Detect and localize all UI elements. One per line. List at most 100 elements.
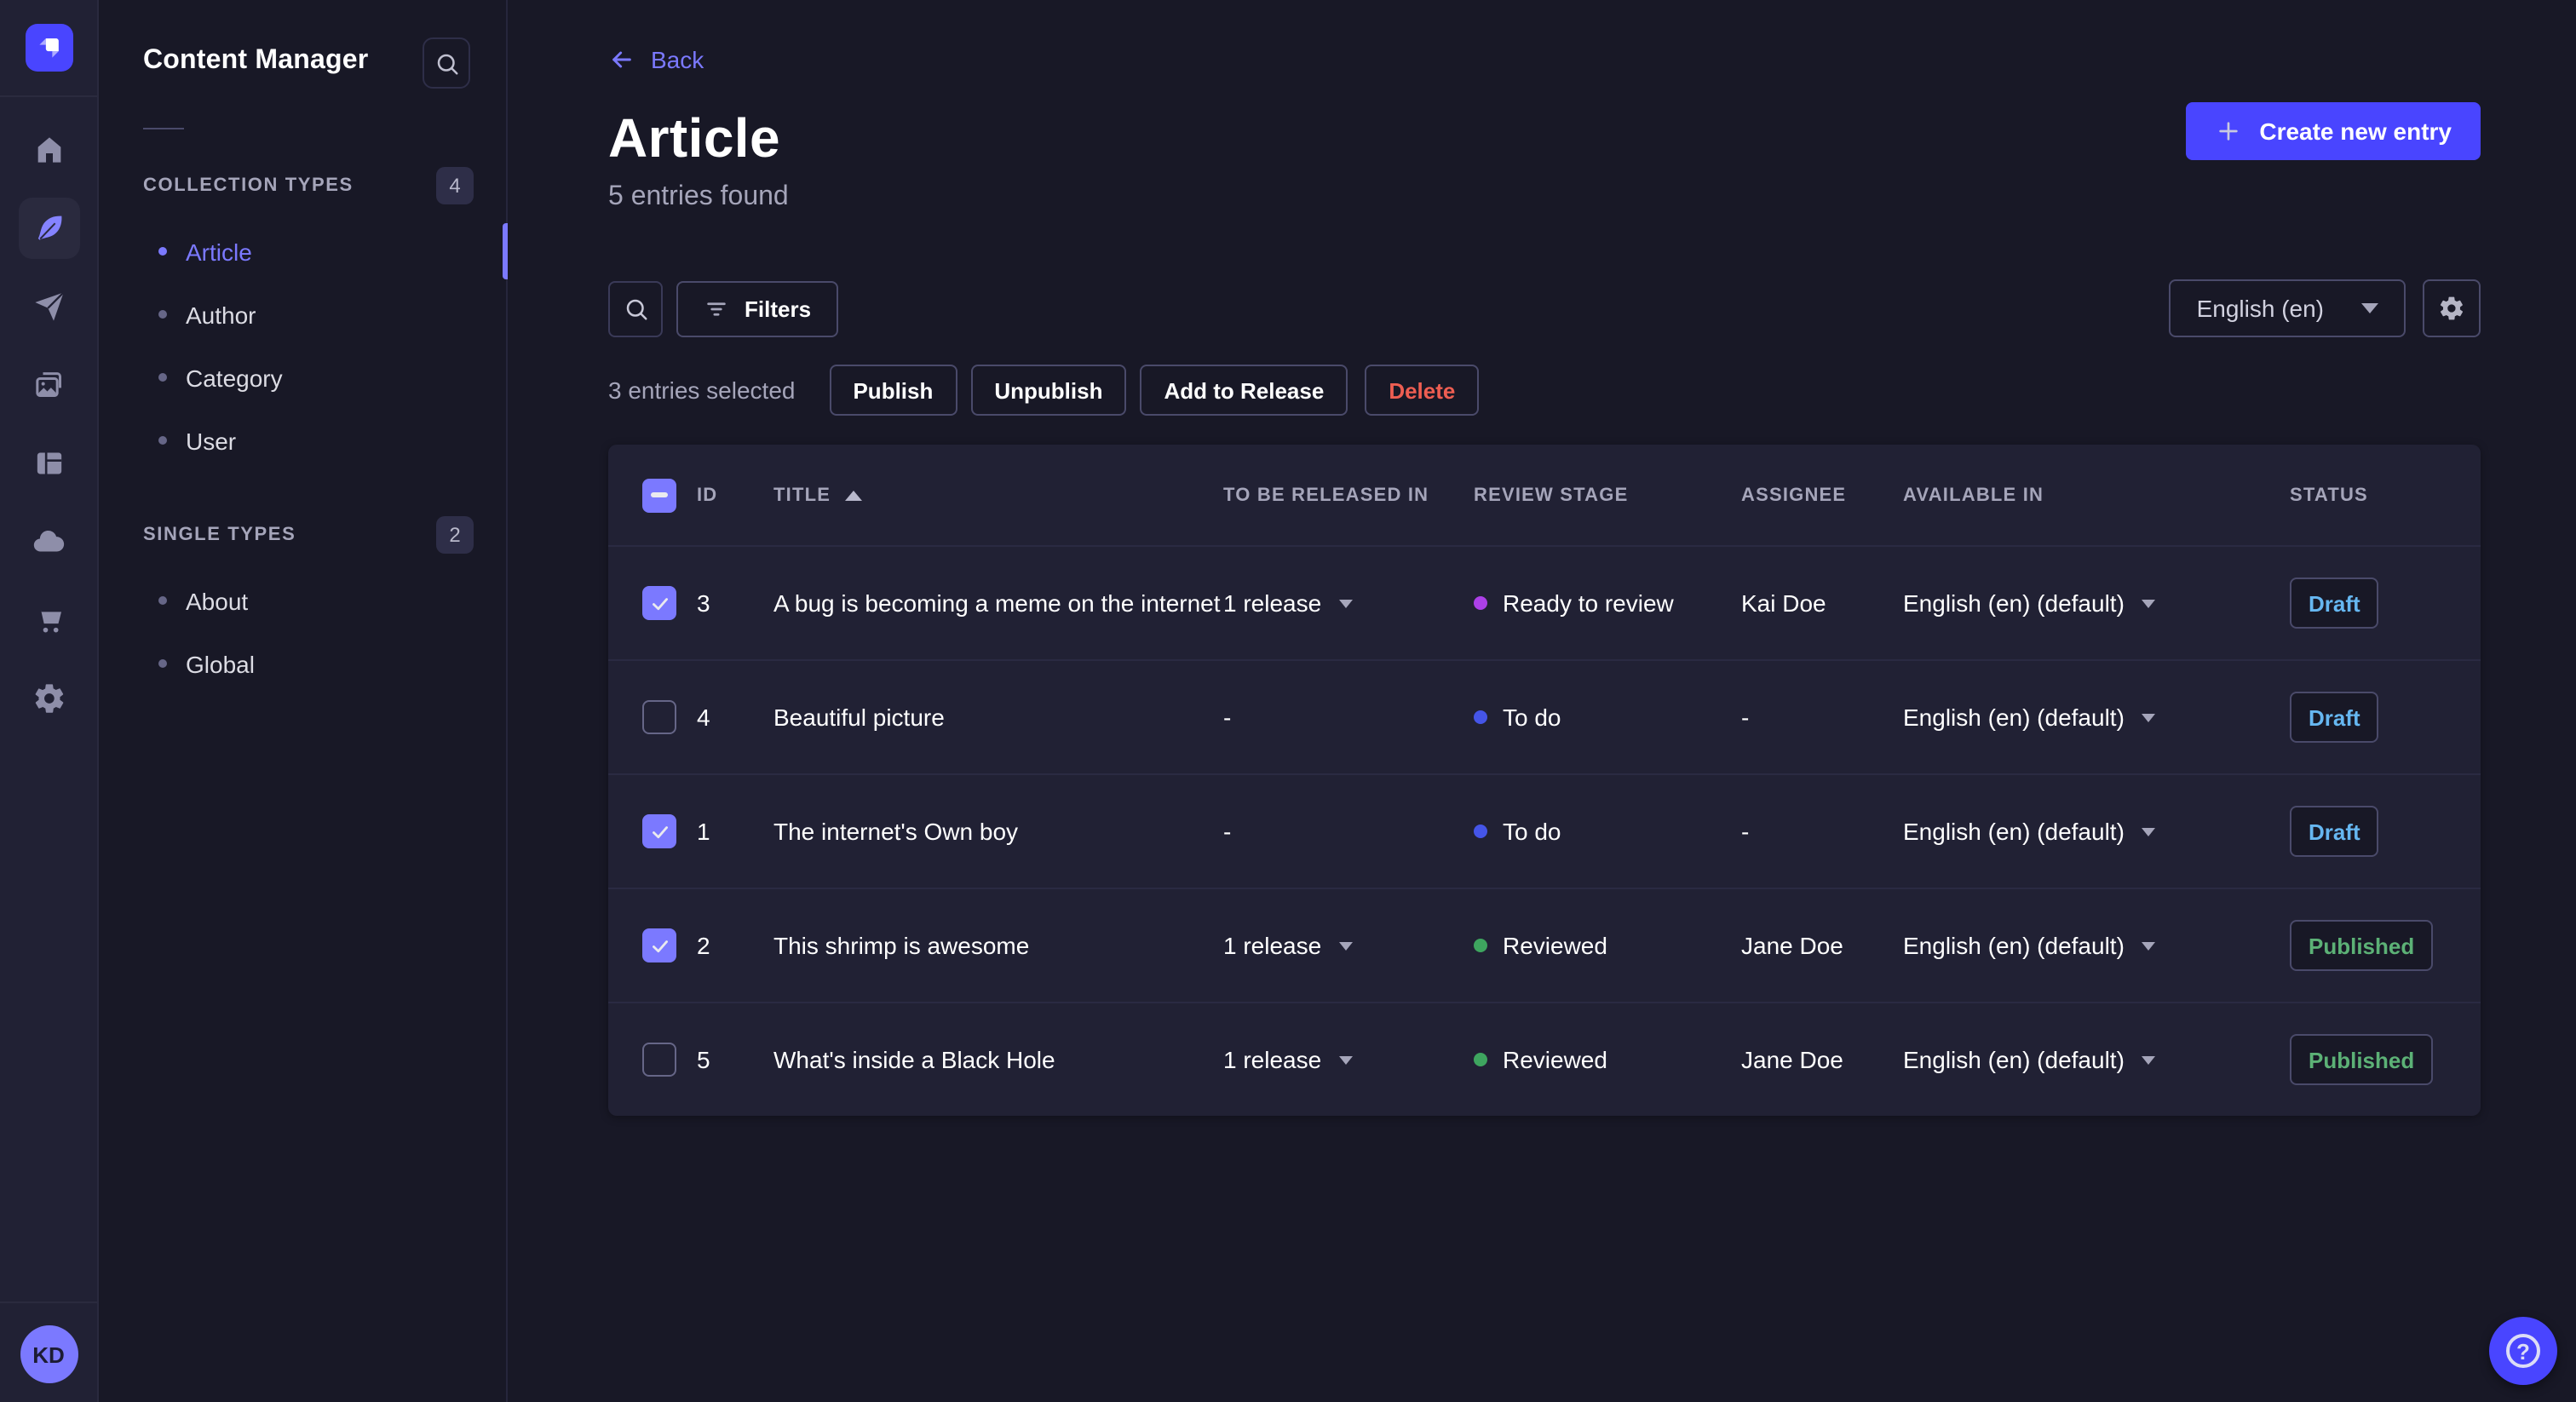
- rail-item-content-type-builder[interactable]: [0, 424, 98, 503]
- row-locale[interactable]: English (en) (default): [1903, 589, 2290, 617]
- selection-bar: 3 entries selected Publish Unpublish Add…: [608, 365, 2481, 416]
- row-assignee: Jane Doe: [1741, 1046, 1843, 1073]
- help-button[interactable]: ?: [2489, 1317, 2557, 1385]
- media-images-icon: [18, 354, 79, 416]
- arrow-left-icon: [612, 51, 631, 68]
- entries-table: ID TITLE TO BE RELEASED IN REVIEW STAGE …: [608, 445, 2481, 1116]
- column-header-title[interactable]: TITLE: [773, 485, 1210, 505]
- row-id: 1: [697, 818, 710, 845]
- column-header-id[interactable]: ID: [697, 485, 773, 505]
- table-row[interactable]: 1 The internet's Own boy - To do - Engli…: [608, 773, 2481, 888]
- column-header-review-stage[interactable]: REVIEW STAGE: [1474, 485, 1741, 505]
- row-checkbox[interactable]: [642, 814, 676, 848]
- row-assignee: Jane Doe: [1741, 932, 1843, 959]
- status-badge: Published: [2290, 920, 2434, 971]
- section-count-badge: 4: [436, 167, 474, 204]
- sidebar-search-button[interactable]: [423, 37, 470, 89]
- row-checkbox[interactable]: [642, 700, 676, 734]
- sidebar-item-label: About: [186, 587, 249, 614]
- select-all-checkbox[interactable]: [642, 478, 676, 512]
- rail-item-media-library[interactable]: [0, 346, 98, 424]
- section-label: SINGLE TYPES: [143, 525, 296, 545]
- chevron-down-icon: [2141, 941, 2155, 950]
- row-title: A bug is becoming a meme on the internet: [773, 589, 1221, 617]
- add-to-release-button[interactable]: Add to Release: [1140, 365, 1348, 416]
- sidebar-item-global[interactable]: Global: [99, 632, 506, 695]
- sidebar-item-author[interactable]: Author: [99, 283, 506, 346]
- table-row[interactable]: 5 What's inside a Black Hole 1 release R…: [608, 1002, 2481, 1116]
- sidebar-item-user[interactable]: User: [99, 409, 506, 472]
- strapi-logo[interactable]: [25, 24, 72, 72]
- table-row[interactable]: 2 This shrimp is awesome 1 release Revie…: [608, 888, 2481, 1002]
- column-header-assignee[interactable]: ASSIGNEE: [1741, 485, 1903, 505]
- column-header-available-in[interactable]: AVAILABLE IN: [1903, 485, 2290, 505]
- row-title: What's inside a Black Hole: [773, 1046, 1055, 1073]
- locale-value: English (en): [2196, 295, 2324, 322]
- rail-item-marketplace[interactable]: [0, 581, 98, 659]
- row-assignee: -: [1741, 818, 1750, 845]
- status-badge: Draft: [2290, 692, 2379, 743]
- bullet-icon: [158, 310, 167, 319]
- row-review-stage: To do: [1474, 704, 1741, 731]
- row-release[interactable]: 1 release: [1223, 589, 1474, 617]
- row-review-stage: Ready to review: [1474, 589, 1741, 617]
- sidebar-item-label: User: [186, 427, 237, 454]
- unpublish-button[interactable]: Unpublish: [970, 365, 1127, 416]
- row-id: 5: [697, 1046, 710, 1073]
- chevron-down-icon: [2141, 1055, 2155, 1064]
- column-header-released[interactable]: TO BE RELEASED IN: [1223, 485, 1474, 505]
- column-header-status[interactable]: STATUS: [2290, 485, 2481, 505]
- table-header-row: ID TITLE TO BE RELEASED IN REVIEW STAGE …: [608, 445, 2481, 545]
- sidebar-item-about[interactable]: About: [99, 569, 506, 632]
- toolbar: Filters English (en): [608, 279, 2481, 337]
- locale-select[interactable]: English (en): [2169, 279, 2406, 337]
- row-locale[interactable]: English (en) (default): [1903, 818, 2290, 845]
- row-release[interactable]: 1 release: [1223, 1046, 1474, 1073]
- row-title: The internet's Own boy: [773, 818, 1019, 845]
- bullet-icon: [158, 373, 167, 382]
- row-checkbox[interactable]: [642, 1043, 676, 1077]
- row-checkbox[interactable]: [642, 586, 676, 620]
- row-title: This shrimp is awesome: [773, 932, 1030, 959]
- filters-button[interactable]: Filters: [676, 280, 839, 336]
- row-release[interactable]: 1 release: [1223, 932, 1474, 959]
- row-id: 3: [697, 589, 710, 617]
- cloud-icon: [18, 511, 79, 572]
- selection-count: 3 entries selected: [608, 376, 796, 404]
- view-settings-button[interactable]: [2423, 279, 2481, 337]
- table-row[interactable]: 3 A bug is becoming a meme on the intern…: [608, 545, 2481, 659]
- row-checkbox[interactable]: [642, 928, 676, 962]
- row-locale[interactable]: English (en) (default): [1903, 932, 2290, 959]
- row-title: Beautiful picture: [773, 704, 945, 731]
- avatar[interactable]: KD: [20, 1325, 78, 1383]
- row-release: -: [1223, 704, 1232, 731]
- publish-button[interactable]: Publish: [829, 365, 957, 416]
- search-icon: [436, 53, 457, 74]
- rail-item-content-manager[interactable]: [0, 189, 98, 267]
- delete-button[interactable]: Delete: [1365, 365, 1480, 416]
- sidebar-item-article[interactable]: Article: [99, 220, 508, 283]
- app-window: KD Content Manager COLLECTION TYPES 4 Ar…: [0, 0, 2576, 1402]
- rail-item-releases[interactable]: [0, 267, 98, 346]
- review-stage-dot: [1474, 710, 1487, 724]
- bullet-icon: [158, 247, 167, 256]
- rail-item-deploy[interactable]: [0, 503, 98, 581]
- rail-nav: [0, 97, 97, 738]
- chevron-down-icon: [1338, 599, 1353, 607]
- sidebar-title: Content Manager: [143, 46, 369, 75]
- paper-plane-icon: [18, 276, 79, 337]
- row-review-stage: Reviewed: [1474, 1046, 1741, 1073]
- rail-item-settings[interactable]: [0, 659, 98, 738]
- main-content: Back Article 5 entries found Create new …: [508, 0, 2576, 1402]
- row-assignee: Kai Doe: [1741, 589, 1826, 617]
- row-locale[interactable]: English (en) (default): [1903, 704, 2290, 731]
- rail-item-home[interactable]: [0, 111, 98, 189]
- gear-icon: [18, 668, 79, 729]
- sidebar-item-category[interactable]: Category: [99, 346, 506, 409]
- row-review-stage: To do: [1474, 818, 1741, 845]
- table-search-button[interactable]: [608, 280, 663, 336]
- table-row[interactable]: 4 Beautiful picture - To do - English (e…: [608, 659, 2481, 773]
- row-locale[interactable]: English (en) (default): [1903, 1046, 2290, 1073]
- back-link[interactable]: Back: [608, 46, 704, 73]
- create-new-entry-button[interactable]: Create new entry: [2186, 102, 2481, 160]
